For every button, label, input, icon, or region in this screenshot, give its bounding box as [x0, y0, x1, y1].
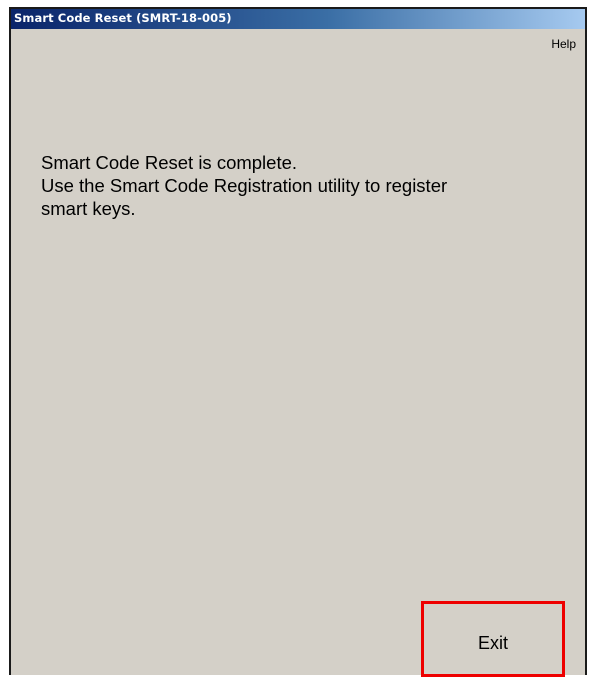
message-line-1: Smart Code Reset is complete. — [41, 152, 298, 173]
window-title: Smart Code Reset (SMRT-18-005) — [14, 11, 232, 25]
message-line-3: smart keys. — [41, 198, 136, 219]
message-line-2: Use the Smart Code Registration utility … — [41, 175, 448, 196]
completion-message: Smart Code Reset is complete. Use the Sm… — [41, 151, 571, 220]
exit-button[interactable]: Exit — [435, 612, 551, 674]
title-bar[interactable]: Smart Code Reset (SMRT-18-005) — [11, 9, 585, 29]
help-menu-item[interactable]: Help — [551, 37, 576, 51]
smart-code-reset-window: Smart Code Reset (SMRT-18-005) Help Smar… — [9, 7, 587, 677]
